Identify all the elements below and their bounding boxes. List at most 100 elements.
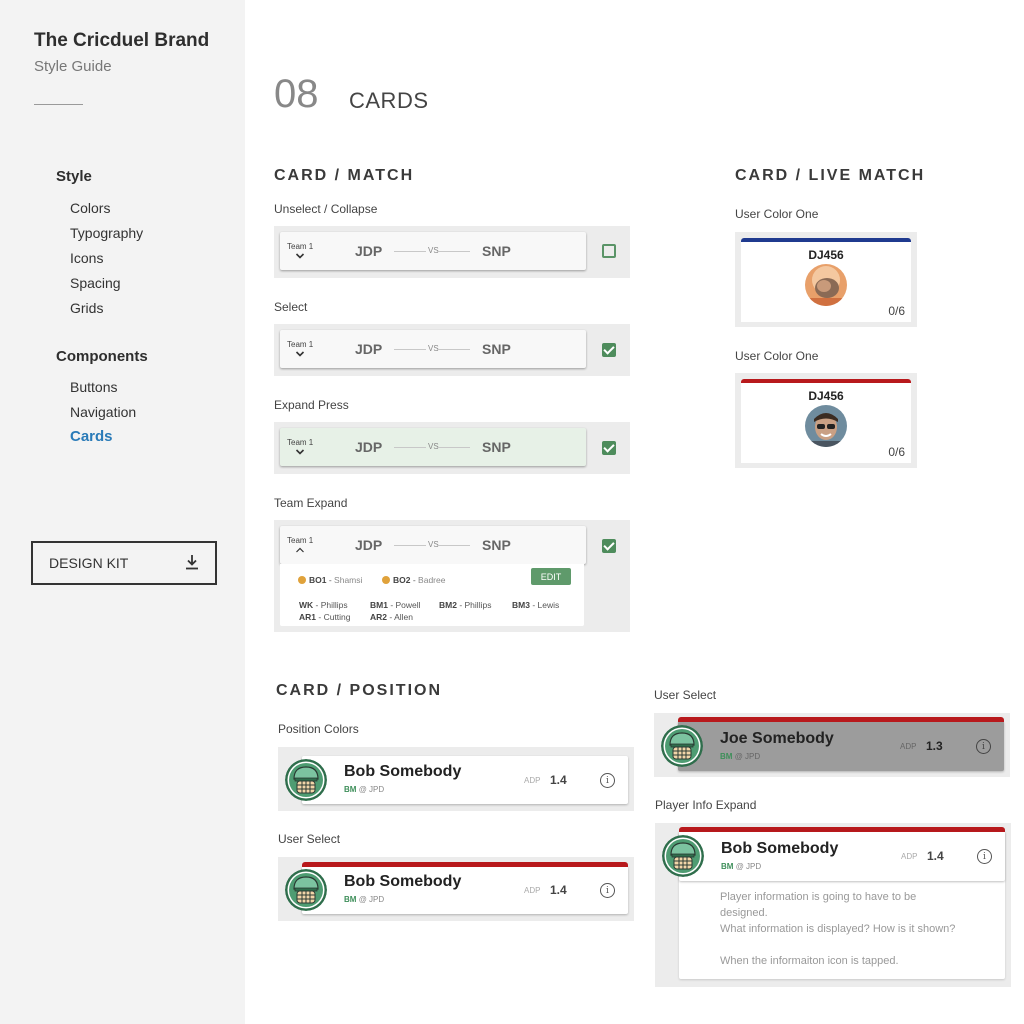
lineup-slot[interactable]: BM2 - Phillips bbox=[439, 600, 491, 610]
nav-item-grids[interactable]: Grids bbox=[70, 300, 103, 316]
team-a: JDP bbox=[355, 537, 383, 553]
checkbox-icon[interactable] bbox=[602, 441, 616, 455]
page-title: CARDS bbox=[349, 88, 429, 113]
info-icon[interactable]: i bbox=[600, 883, 615, 898]
adp-label: ADP bbox=[901, 852, 918, 861]
position-card[interactable]: Bob Somebody BM @ JPD ADP 1.4 i bbox=[302, 862, 628, 914]
team-label: Team 1 bbox=[287, 242, 314, 251]
chevron-down-icon[interactable] bbox=[295, 350, 305, 358]
nav-item-typography[interactable]: Typography bbox=[70, 225, 143, 241]
player-helmet-icon bbox=[285, 759, 327, 801]
caption-user-color-one: User Color One bbox=[735, 207, 819, 221]
slot-position: BM1 bbox=[370, 600, 388, 610]
edit-button[interactable]: EDIT bbox=[531, 568, 571, 585]
live-match-card[interactable]: DJ456 0/6 bbox=[741, 379, 911, 463]
lineup-slot[interactable]: AR1 - Cutting bbox=[299, 612, 351, 622]
lineup-slot[interactable]: BM1 - Powell bbox=[370, 600, 421, 610]
match-card[interactable]: Team 1 JDP VS SNP bbox=[280, 428, 586, 466]
caption-select: Select bbox=[274, 300, 308, 314]
design-kit-label: DESIGN KIT bbox=[49, 555, 129, 571]
player-team: @ JPD bbox=[358, 895, 385, 904]
slot-player: Cutting bbox=[323, 612, 351, 622]
live-match-card[interactable]: DJ456 0/6 bbox=[741, 238, 911, 322]
lineup-slot[interactable]: AR2 - Allen bbox=[370, 612, 413, 622]
adp-value: 1.4 bbox=[550, 883, 567, 897]
info-icon[interactable]: i bbox=[976, 739, 991, 754]
team-label: Team 1 bbox=[287, 536, 314, 545]
section-title-live-match: CARD / LIVE MATCH bbox=[735, 167, 926, 184]
nav-item-colors[interactable]: Colors bbox=[70, 200, 110, 216]
player-team: @ JPD bbox=[735, 862, 762, 871]
slot-position: WK bbox=[299, 600, 314, 610]
chevron-down-icon[interactable] bbox=[295, 448, 305, 456]
adp-label: ADP bbox=[524, 886, 541, 895]
info-icon[interactable]: i bbox=[977, 849, 992, 864]
nav-item-spacing[interactable]: Spacing bbox=[70, 275, 121, 291]
chevron-up-icon[interactable] bbox=[295, 546, 305, 554]
player-helmet-icon bbox=[661, 725, 703, 767]
match-card[interactable]: Team 1 JDP VS SNP bbox=[280, 526, 586, 564]
vs-divider bbox=[394, 447, 426, 448]
live-username: DJ456 bbox=[808, 389, 844, 403]
avatar bbox=[805, 405, 847, 447]
player-subline: BM @ JPD bbox=[344, 895, 384, 904]
live-match-card-wrap: DJ456 0/6 bbox=[735, 232, 917, 327]
vs-divider bbox=[438, 251, 470, 252]
chevron-down-icon[interactable] bbox=[295, 252, 305, 260]
slot-player: Phillips bbox=[320, 600, 348, 610]
adp-label: ADP bbox=[900, 742, 917, 751]
position-card-expanded[interactable]: Bob Somebody BM @ JPD ADP 1.4 i Player i… bbox=[679, 827, 1005, 979]
download-icon bbox=[186, 555, 198, 570]
adp-value: 1.3 bbox=[926, 739, 943, 753]
slot-position: AR1 bbox=[299, 612, 317, 622]
adp-value: 1.4 bbox=[927, 849, 944, 863]
player-name: Bob Somebody bbox=[344, 763, 462, 780]
lineup-slot[interactable]: BM3 - Lewis bbox=[512, 600, 559, 610]
nav-item-cards[interactable]: Cards bbox=[70, 428, 113, 445]
info-line: designed. bbox=[720, 907, 768, 919]
player-info-text: Player information is going to have to b… bbox=[720, 889, 1000, 969]
position-card[interactable]: Bob Somebody BM @ JPD ADP 1.4 i bbox=[302, 756, 628, 804]
nav-heading-components: Components bbox=[56, 348, 148, 365]
player-team: @ JPD bbox=[358, 785, 385, 794]
match-card-expand-press: Team 1 JDP VS SNP bbox=[274, 422, 630, 474]
match-card-team-expand: Team 1 JDP VS SNP BO1 - Shamsi BO2 - Bad… bbox=[274, 520, 630, 632]
live-score: 0/6 bbox=[888, 304, 905, 318]
info-icon[interactable]: i bbox=[600, 773, 615, 788]
vs-divider bbox=[438, 349, 470, 350]
checkbox-icon[interactable] bbox=[602, 539, 616, 553]
nav-item-buttons[interactable]: Buttons bbox=[70, 379, 117, 395]
lineup-slot[interactable]: WK - Phillips bbox=[299, 600, 348, 610]
caption-expand-press: Expand Press bbox=[274, 398, 349, 412]
team-b: SNP bbox=[482, 243, 511, 259]
checkbox-icon[interactable] bbox=[602, 343, 616, 357]
caption-player-info-expand: Player Info Expand bbox=[655, 798, 757, 812]
info-line: What information is displayed? How is it… bbox=[720, 923, 956, 935]
team-b: SNP bbox=[482, 439, 511, 455]
player-position: BM bbox=[344, 785, 357, 794]
live-username: DJ456 bbox=[808, 248, 844, 262]
slot-position: BO2 bbox=[393, 575, 411, 585]
player-name: Joe Somebody bbox=[720, 730, 834, 747]
player-subline: BM @ JPD bbox=[721, 862, 761, 871]
slot-player: Powell bbox=[395, 600, 421, 610]
match-card[interactable]: Team 1 JDP VS SNP bbox=[280, 330, 586, 368]
user-color-bar bbox=[741, 238, 911, 242]
nav-item-icons[interactable]: Icons bbox=[70, 250, 103, 266]
bowler-slot[interactable]: BO2 - Badree bbox=[382, 575, 445, 585]
player-helmet-icon bbox=[662, 835, 704, 877]
bowler-dot-icon bbox=[382, 576, 390, 584]
position-card-wrap: Bob Somebody BM @ JPD ADP 1.4 i Player i… bbox=[655, 823, 1011, 987]
player-name: Bob Somebody bbox=[721, 840, 839, 857]
match-card[interactable]: Team 1 JDP VS SNP bbox=[280, 232, 586, 270]
vs-divider bbox=[394, 349, 426, 350]
nav-item-navigation[interactable]: Navigation bbox=[70, 404, 136, 420]
user-color-bar bbox=[741, 379, 911, 383]
player-helmet-icon bbox=[285, 869, 327, 911]
bowler-slot[interactable]: BO1 - Shamsi bbox=[298, 575, 362, 585]
checkbox-icon[interactable] bbox=[602, 244, 616, 258]
page-number: 08 bbox=[274, 72, 319, 116]
avatar bbox=[805, 264, 847, 306]
design-kit-button[interactable]: DESIGN KIT bbox=[31, 541, 217, 585]
position-card-selected[interactable]: Joe Somebody BM @ JPD ADP 1.3 i bbox=[678, 717, 1004, 771]
